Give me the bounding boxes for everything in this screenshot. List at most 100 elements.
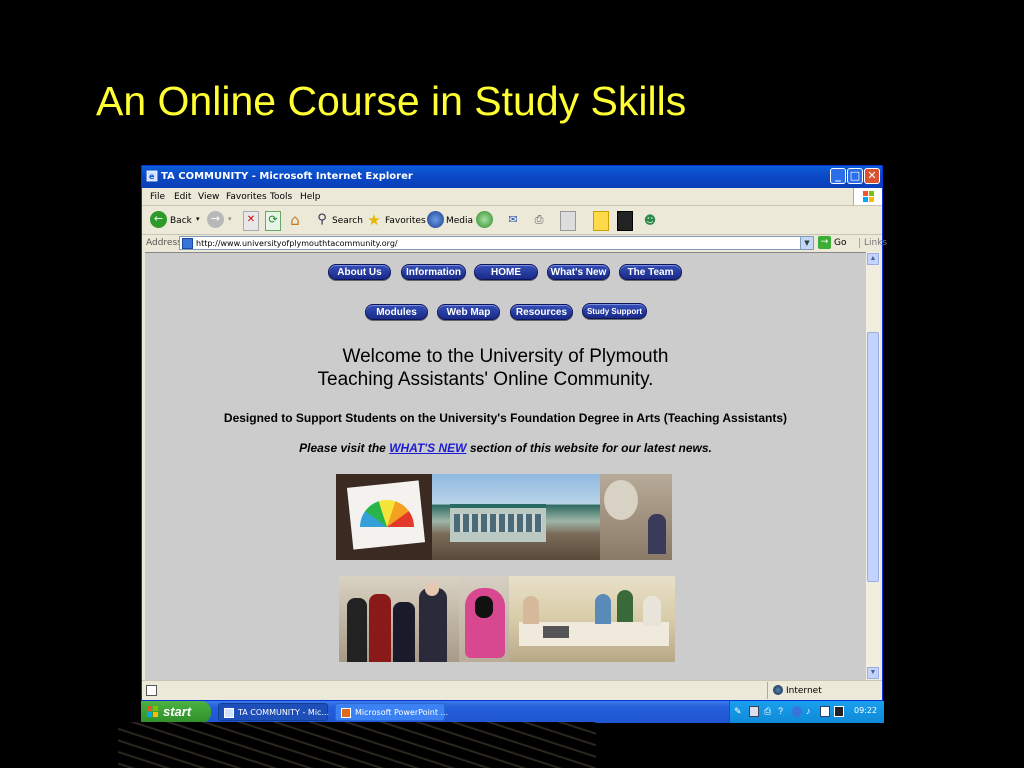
close-button[interactable]: ✕ [864,168,880,184]
menu-edit[interactable]: Edit [174,192,191,202]
task-ta-community-label: TA COMMUNITY - Mic... [238,708,330,717]
tray-security-icon[interactable] [792,706,802,717]
menu-favorites[interactable]: Favorites [226,192,267,202]
minimize-button[interactable]: _ [830,168,846,184]
menu-bar: File Edit View Favorites Tools Help [142,188,882,206]
tray-printer-icon[interactable]: ⎙ [764,706,774,717]
toolbar: ← Back ▾ → ▾ ✕ ⟳ ⌂ ⚲ Search ★ Favorites … [142,206,882,235]
forward-dropdown-icon[interactable]: ▾ [228,215,232,223]
menu-tools[interactable]: Tools [270,192,292,202]
edit-icon[interactable] [560,211,576,231]
task-powerpoint[interactable]: Microsoft PowerPoint ... [335,703,449,721]
welcome-heading: Welcome to the University of Plymouth Te… [145,345,866,391]
visit-prefix: Please visit the [299,441,386,455]
favorites-button[interactable]: Favorites [385,216,426,226]
visit-suffix: section of this website for our latest n… [469,441,712,455]
menu-help[interactable]: Help [300,192,321,202]
browser-window: e TA COMMUNITY - Microsoft Internet Expl… [141,165,887,701]
nav-the-team[interactable]: The Team [619,264,682,280]
messenger-icon[interactable]: ☻ [642,211,658,229]
task-ta-community[interactable]: TA COMMUNITY - Mic... [218,703,330,721]
slide-title: An Online Course in Study Skills [96,78,687,124]
go-button[interactable]: Go [834,238,846,248]
nav-web-map[interactable]: Web Map [437,304,500,320]
address-label: Address [146,238,182,248]
tray-network-icon[interactable] [749,706,759,717]
task-powerpoint-label: Microsoft PowerPoint ... [355,708,449,717]
nav-about-us[interactable]: About Us [328,264,391,280]
tray-pen-icon[interactable]: ✎ [734,706,744,717]
visit-text: Please visit the WHAT'S NEW section of t… [145,441,866,455]
taskbar: start TA COMMUNITY - Mic... Microsoft Po… [141,701,884,723]
menu-file[interactable]: File [150,192,165,202]
media-icon[interactable] [427,211,444,228]
scroll-thumb[interactable] [867,332,879,582]
favorites-star-icon[interactable]: ★ [366,211,382,229]
svg-text:e: e [149,172,155,181]
decorative-texture [118,722,596,768]
back-button[interactable]: Back [170,216,192,226]
clock: 09:22 [854,706,878,715]
designed-text: Designed to Support Students on the Univ… [223,411,788,425]
tray-help-icon[interactable]: ? [778,706,788,717]
page-status-icon [146,685,157,696]
tray-shield-icon[interactable] [820,706,830,717]
nav-resources[interactable]: Resources [510,304,573,320]
stop-icon[interactable]: ✕ [243,211,259,231]
print-icon[interactable]: ⎙ [531,211,547,229]
nav-modules[interactable]: Modules [365,304,428,320]
whats-new-link[interactable]: WHAT'S NEW [389,441,466,455]
page-icon [182,238,193,249]
system-tray: ✎ ⎙ ? ♪ 09:22 [729,701,884,723]
address-url[interactable]: http://www.universityofplymouthtacommuni… [196,239,398,248]
page-viewport: About Us Information HOME What's New The… [145,252,866,681]
photo-pink-costume [459,576,509,662]
zone-label: Internet [786,686,822,696]
nav-whats-new[interactable]: What's New [547,264,610,280]
history-icon[interactable] [476,211,493,228]
windows-flag-icon [147,706,158,717]
address-input[interactable]: http://www.universityofplymouthtacommuni… [179,236,814,250]
ie-task-icon [224,708,234,718]
status-bar: Internet [142,680,882,701]
mail-icon[interactable]: ✉ [505,211,521,229]
vertical-scrollbar[interactable]: ▲ ▼ [866,252,880,680]
window-title: TA COMMUNITY - Microsoft Internet Explor… [161,171,413,182]
home-icon[interactable]: ⌂ [287,211,303,229]
powerpoint-task-icon [341,708,351,718]
scroll-down-icon[interactable]: ▼ [867,667,879,679]
media-button[interactable]: Media [446,216,473,226]
address-dropdown-icon[interactable]: ▼ [800,237,813,249]
scroll-up-icon[interactable]: ▲ [867,253,879,265]
go-arrow-icon[interactable]: → [818,236,831,249]
address-bar: Address http://www.universityofplymoutht… [142,234,887,252]
tray-monitor-icon[interactable] [834,706,844,717]
maximize-button[interactable]: □ [847,168,863,184]
ie-window-icon: e [146,170,158,182]
tray-speaker-icon[interactable]: ♪ [806,706,816,717]
start-label: start [163,704,192,719]
photo-graduation [339,576,459,662]
search-button[interactable]: Search [332,216,363,226]
welcome-line-1: Welcome to the University of Plymouth [342,346,669,367]
nav-home[interactable]: HOME [474,264,538,280]
research-icon[interactable] [617,211,633,231]
refresh-icon[interactable]: ⟳ [265,211,281,231]
search-icon[interactable]: ⚲ [314,211,330,229]
window-titlebar[interactable]: e TA COMMUNITY - Microsoft Internet Expl… [142,166,882,188]
photo-classroom-group [509,576,675,662]
back-dropdown-icon[interactable]: ▾ [196,215,200,223]
nav-information[interactable]: Information [401,264,466,280]
nav-study-support[interactable]: Study Support [582,303,647,319]
discuss-icon[interactable] [593,211,609,231]
security-zone: Internet [767,682,880,699]
back-arrow-icon[interactable]: ← [150,211,167,228]
forward-arrow-icon[interactable]: → [207,211,224,228]
windows-logo-icon [853,188,882,205]
menu-view[interactable]: View [198,192,219,202]
photo-feelings-wheel [336,474,432,560]
start-button[interactable]: start [141,701,211,723]
globe-icon [773,685,783,695]
links-button[interactable]: Links [859,238,887,248]
photo-building [432,474,600,560]
